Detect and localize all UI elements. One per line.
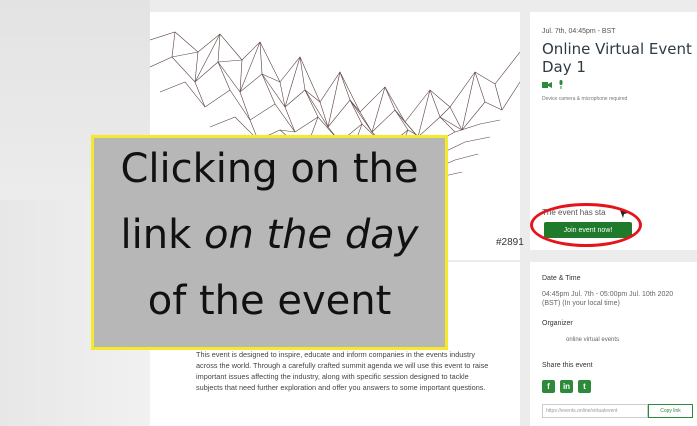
event-description: This event is designed to inspire, educa…: [196, 350, 489, 392]
event-title: Online Virtual Event Day 1: [542, 40, 692, 76]
event-id-label: #2891: [496, 237, 524, 248]
overlay-line-2: link on the day: [94, 212, 445, 258]
date-time-label: Date & Time: [542, 275, 581, 282]
microphone-icon: [558, 80, 564, 91]
share-link-input[interactable]: [542, 404, 648, 418]
social-share-row: f in t: [542, 380, 591, 393]
date-time-value: 04:45pm Jul. 7th - 05:00pm Jul. 10th 202…: [542, 291, 674, 307]
organizer-label: Organizer: [542, 320, 573, 327]
overlay-line-2-text: link: [120, 212, 204, 258]
video-camera-icon: [542, 82, 554, 91]
device-requirements: Device camera & microphone required: [542, 96, 628, 102]
highlight-ring: [530, 203, 642, 247]
copy-link-button[interactable]: Copy link: [648, 404, 693, 418]
facebook-share-button[interactable]: f: [542, 380, 555, 393]
linkedin-share-button[interactable]: in: [560, 380, 573, 393]
overlay-line-3: of the event: [147, 278, 392, 324]
overlay-line-2-italic: on the day: [203, 212, 419, 258]
instruction-overlay: Clicking on the link on the day of the e…: [91, 135, 448, 350]
device-icons-row: [542, 80, 564, 91]
share-label: Share this event: [542, 362, 593, 369]
overlay-line-1: Clicking on the: [120, 146, 419, 192]
twitter-share-button[interactable]: t: [578, 380, 591, 393]
event-date-line: Jul. 7th, 04:45pm - BST: [542, 28, 616, 35]
organizer-name[interactable]: online virtual events: [566, 336, 619, 345]
